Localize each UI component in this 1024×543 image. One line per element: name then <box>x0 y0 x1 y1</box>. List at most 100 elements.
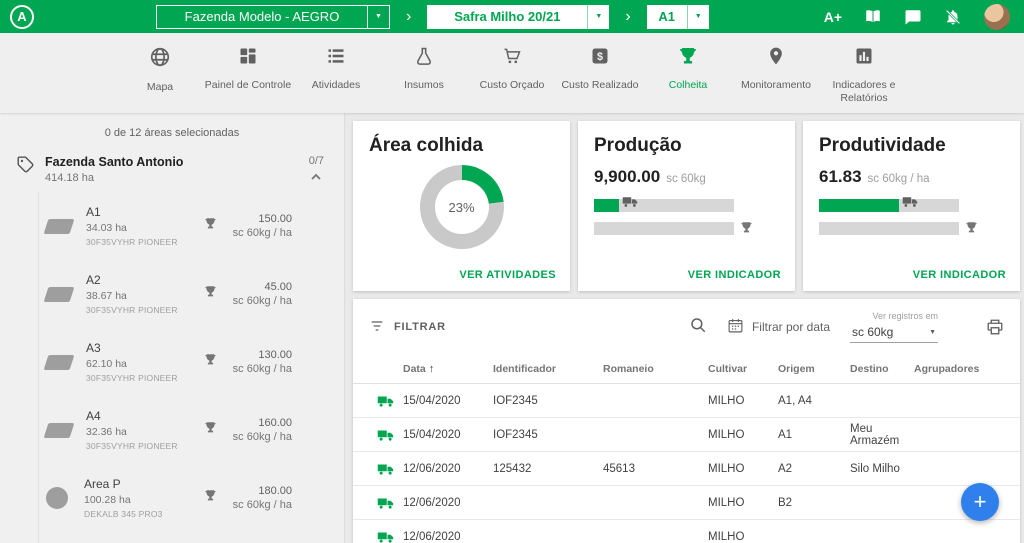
cell-data: 12/06/2020 <box>399 520 489 543</box>
chevron-down-icon: ▼ <box>687 5 709 29</box>
unit-select[interactable]: sc 60kg ▼ <box>850 323 938 343</box>
area-list-item-a3[interactable]: A3 62.10 ha 30F35VYHR PIONEER 130.00 sc … <box>0 328 344 396</box>
area-cultivar: 30F35VYHR PIONEER <box>86 305 204 315</box>
cell-destino <box>846 520 910 543</box>
tab-custo-realizado[interactable]: $ Custo Realizado <box>556 46 644 92</box>
chevron-up-icon[interactable] <box>310 172 322 184</box>
tab-label: Atividades <box>312 79 360 92</box>
yield-unit: sc 60kg / ha <box>226 431 292 443</box>
tab-label: Mapa <box>147 81 173 94</box>
ver-atividades-link[interactable]: VER ATIVIDADES <box>459 269 556 281</box>
farm-selector[interactable]: Fazenda Modelo - AEGRO ▼ <box>156 5 390 29</box>
harvest-records-card: FILTRAR Filtrar por data Ver registros e… <box>353 299 1020 543</box>
cell-data: 12/06/2020 <box>399 486 489 520</box>
ver-indicador-link[interactable]: VER INDICADOR <box>913 269 1006 281</box>
productivity-unit: sc 60kg / ha <box>868 173 930 185</box>
list-icon <box>326 46 346 71</box>
col-header-data[interactable]: Data↑ <box>399 355 489 384</box>
pin-icon <box>766 46 786 71</box>
area-cultivar: 30F35VYHR PIONEER <box>86 441 204 451</box>
cell-cultivar: MILHO <box>704 486 774 520</box>
cell-origem <box>774 520 846 543</box>
area-cultivar: DEKALB 345 PRO3 <box>84 509 204 519</box>
chevron-down-icon: ▼ <box>929 329 936 336</box>
table-row[interactable]: 12/06/2020 MILHO B2 <box>353 486 1020 520</box>
tab-insumos[interactable]: Insumos <box>380 46 468 92</box>
tab-mapa[interactable]: Mapa <box>116 46 204 94</box>
cell-origem: A2 <box>774 452 846 486</box>
col-header-identificador[interactable]: Identificador <box>489 355 599 384</box>
tab-label: Custo Orçado <box>480 79 545 92</box>
truck-icon <box>377 530 395 543</box>
search-icon[interactable] <box>689 316 707 339</box>
yield-value: 180.00 <box>226 485 292 497</box>
area-size: 32.36 ha <box>86 426 204 438</box>
area-list-item-a1[interactable]: A1 34.03 ha 30F35VYHR PIONEER 150.00 sc … <box>0 192 344 260</box>
production-value: 9,900.00 <box>594 167 660 187</box>
chat-icon[interactable] <box>904 8 922 26</box>
area-name: A1 <box>86 205 204 219</box>
col-header-agrupadores[interactable]: Agrupadores <box>910 355 1020 384</box>
area-shape-icon <box>44 423 75 438</box>
user-avatar[interactable] <box>984 4 1010 30</box>
area-size: 62.10 ha <box>86 358 204 370</box>
ver-indicador-link[interactable]: VER INDICADOR <box>688 269 781 281</box>
area-list-item-area-p[interactable]: Area P 100.28 ha DEKALB 345 PRO3 180.00 … <box>0 464 344 532</box>
date-filter-button[interactable]: Filtrar por data <box>727 317 830 337</box>
area-list-item-b1[interactable]: B1 <box>0 532 344 543</box>
topbar-actions: A+ <box>824 4 1010 30</box>
trophy-icon <box>204 217 217 235</box>
areas-sidebar: 0 de 12 áreas selecionadas Fazenda Santo… <box>0 113 345 543</box>
truck-icon <box>902 195 919 213</box>
tab-custo-orcado[interactable]: Custo Orçado <box>468 46 556 92</box>
tab-colheita[interactable]: Colheita <box>644 46 732 92</box>
book-icon[interactable] <box>864 8 882 26</box>
area-shape-icon <box>46 487 68 509</box>
cell-agrupadores <box>910 452 1020 486</box>
table-row[interactable]: 12/06/2020 MILHO <box>353 520 1020 543</box>
area-list-item-a4[interactable]: A4 32.36 ha 30F35VYHR PIONEER 160.00 sc … <box>0 396 344 464</box>
area-name: A4 <box>86 409 204 423</box>
area-size: 34.03 ha <box>86 222 204 234</box>
tab-atividades[interactable]: Atividades <box>292 46 380 92</box>
productivity-goal-bar <box>819 222 959 235</box>
cell-cultivar: MILHO <box>704 452 774 486</box>
productivity-progress-bar <box>819 199 959 212</box>
cell-destino <box>846 486 910 520</box>
tab-monitoramento[interactable]: Monitoramento <box>732 46 820 92</box>
area-cultivar: 30F35VYHR PIONEER <box>86 237 204 247</box>
trophy-icon <box>965 221 978 239</box>
farm-selector-label: Fazenda Modelo - AEGRO <box>157 6 367 28</box>
filter-button[interactable]: FILTRAR <box>369 318 446 337</box>
col-header-origem[interactable]: Origem <box>774 355 846 384</box>
yield-unit: sc 60kg / ha <box>226 363 292 375</box>
breadcrumb-chevron-icon: › <box>406 8 411 26</box>
area-selector[interactable]: A1 ▼ <box>647 5 709 29</box>
tab-painel-de-controle[interactable]: Painel de Controle <box>204 46 292 92</box>
cell-agrupadores <box>910 418 1020 452</box>
table-row[interactable]: 15/04/2020 IOF2345 MILHO A1 Meu Armazém <box>353 418 1020 452</box>
season-selector[interactable]: Safra Milho 20/21 ▼ <box>427 5 609 29</box>
cell-destino <box>846 384 910 418</box>
farm-group-header[interactable]: Fazenda Santo Antonio 414.18 ha 0/7 <box>0 153 344 192</box>
area-list-item-a2[interactable]: A2 38.67 ha 30F35VYHR PIONEER 45.00 sc 6… <box>0 260 344 328</box>
col-header-destino[interactable]: Destino <box>846 355 910 384</box>
area-selector-label: A1 <box>647 5 687 29</box>
table-row[interactable]: 15/04/2020 IOF2345 MILHO A1, A4 <box>353 384 1020 418</box>
cell-identificador <box>489 486 599 520</box>
area-name: A3 <box>86 341 204 355</box>
academy-icon[interactable]: A+ <box>824 9 842 25</box>
selection-status: 0 de 12 áreas selecionadas <box>0 119 344 153</box>
notifications-off-icon[interactable] <box>944 8 962 26</box>
unit-select-value: sc 60kg <box>852 325 893 339</box>
col-header-cultivar[interactable]: Cultivar <box>704 355 774 384</box>
col-header-romaneio[interactable]: Romaneio <box>599 355 704 384</box>
trophy-icon <box>204 489 217 507</box>
productivity-value: 61.83 <box>819 167 862 187</box>
bar-chart-icon <box>854 46 874 71</box>
add-record-fab[interactable]: + <box>961 483 999 521</box>
print-icon[interactable] <box>986 318 1004 336</box>
table-row[interactable]: 12/06/2020 125432 45613 MILHO A2 Silo Mi… <box>353 452 1020 486</box>
tab-indicadores-relatorios[interactable]: Indicadores e Relatórios <box>820 46 908 105</box>
harvest-donut: 23% <box>420 165 504 249</box>
